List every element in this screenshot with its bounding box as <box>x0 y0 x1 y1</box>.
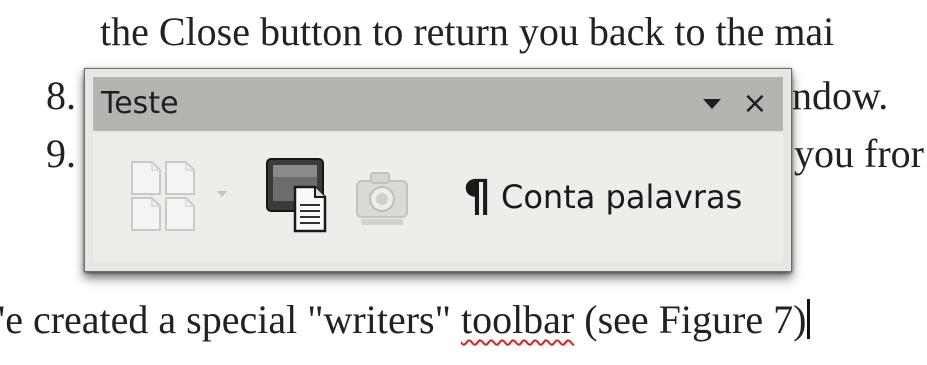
text-cursor <box>807 299 811 339</box>
document-text: (see Figure 7) <box>574 297 807 342</box>
document-line-9-tail: you fror <box>794 131 924 176</box>
toolbar-titlebar[interactable]: Teste × <box>93 77 783 131</box>
camera-icon[interactable] <box>351 167 413 229</box>
toolbar-tools: ¶ Conta palavras <box>93 133 783 261</box>
chevron-down-icon[interactable] <box>211 183 233 205</box>
misspelled-word[interactable]: toolbar <box>461 297 574 342</box>
pages-icon[interactable] <box>129 159 197 233</box>
list-number-8: 8. <box>46 73 76 118</box>
list-number-9: 9. <box>46 131 76 176</box>
document-line-bottom: 'e created a special "writers" toolbar (… <box>0 296 811 344</box>
document-line-8-tail: ndow. <box>792 73 889 118</box>
toolbar-title: Teste <box>101 86 179 121</box>
chevron-down-icon[interactable] <box>699 91 725 117</box>
document-line-top: the Close button to return you back to t… <box>100 9 835 54</box>
word-count-button[interactable]: ¶ Conta palavras <box>463 169 742 225</box>
word-count-label: Conta palavras <box>501 178 743 216</box>
floating-toolbar-window[interactable]: Teste × ¶ Conta palavras <box>84 68 792 272</box>
pilcrow-icon: ¶ <box>463 171 491 222</box>
screen-document-icon[interactable] <box>265 157 329 235</box>
close-icon[interactable]: × <box>739 86 771 121</box>
document-text: 'e created a special "writers" <box>0 297 461 342</box>
